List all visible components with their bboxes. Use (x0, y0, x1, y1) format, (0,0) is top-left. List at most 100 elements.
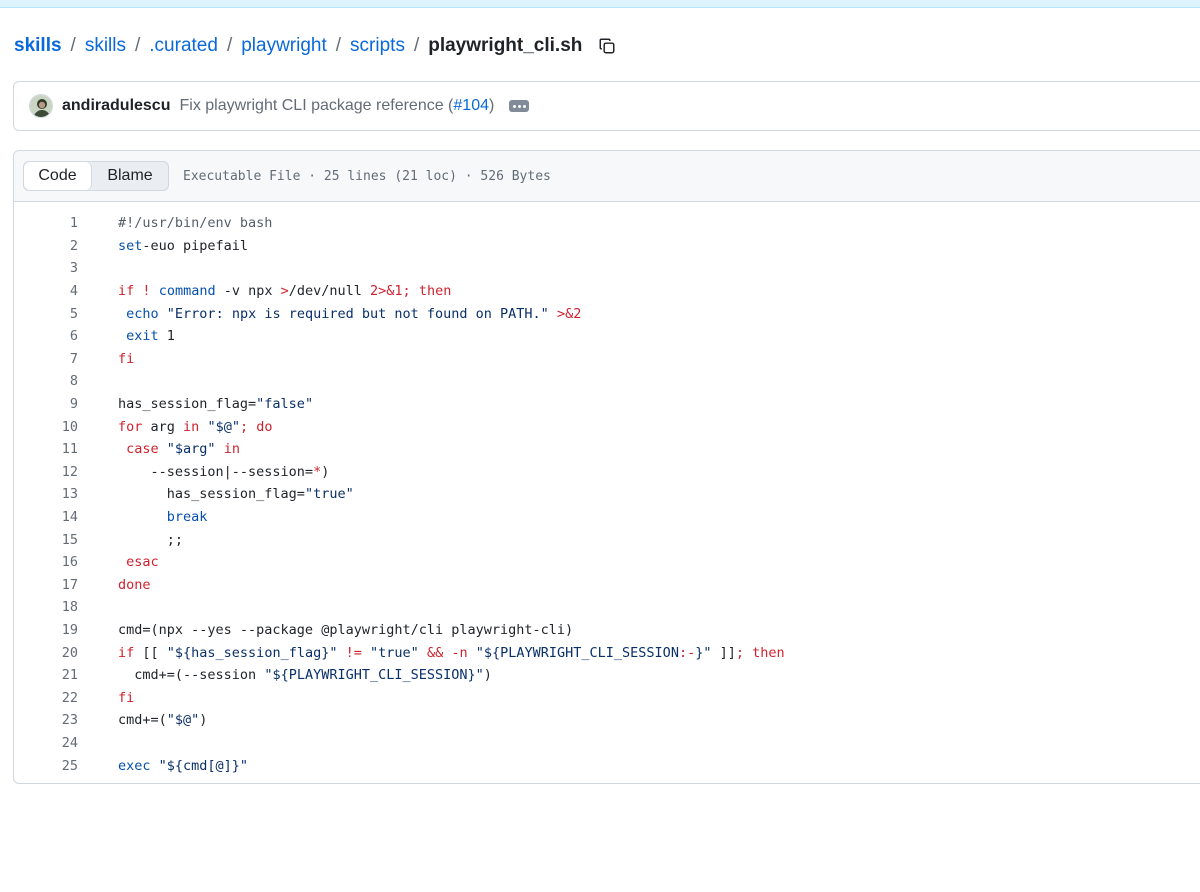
line-number[interactable]: 6 (14, 328, 78, 344)
line-content: fi (118, 350, 135, 367)
tab-code[interactable]: Code (24, 162, 92, 190)
file-header: Code Blame Executable File · 25 lines (2… (14, 151, 1200, 202)
line-content: break (166, 509, 208, 526)
line-number[interactable]: 18 (14, 599, 78, 615)
line-content: if ! command -v npx >/dev/null 2>&1; the… (118, 283, 452, 300)
breadcrumb-item-playwright[interactable]: playwright (241, 35, 327, 57)
breadcrumb-item-curated[interactable]: .curated (149, 35, 218, 57)
tab-blame[interactable]: Blame (92, 162, 168, 190)
line-number[interactable]: 13 (14, 486, 78, 502)
code-line: 9 has_session_flag="false" (14, 393, 1200, 416)
code-line: 25 exec "${cmd[@]}" (14, 754, 1200, 777)
line-number[interactable]: 7 (14, 351, 78, 367)
code-line: 17 done (14, 574, 1200, 597)
line-number[interactable]: 25 (14, 758, 78, 774)
breadcrumb-separator: / (413, 35, 420, 56)
code-line: 8 (14, 370, 1200, 393)
code-line: 22 fi (14, 686, 1200, 709)
line-number[interactable]: 4 (14, 283, 78, 299)
file-info: Executable File · 25 lines (21 loc) · 52… (183, 168, 551, 184)
line-content: ;; (118, 531, 184, 548)
top-banner-strip (0, 0, 1200, 8)
file-viewer: Code Blame Executable File · 25 lines (2… (13, 150, 1200, 784)
code-line: 2 set-euo pipefail (14, 235, 1200, 258)
code-line: 21 cmd+=(--session "${PLAYWRIGHT_CLI_SES… (14, 664, 1200, 687)
line-number[interactable]: 23 (14, 712, 78, 728)
code-line: 6 exit 1 (14, 325, 1200, 348)
breadcrumb-separator: / (135, 35, 141, 56)
breadcrumb-separator: / (226, 35, 233, 56)
line-content: set-euo pipefail (118, 237, 249, 254)
code-listing: 1 #!/usr/bin/env bash 2 set-euo pipefail 3 4 i… (14, 202, 1200, 777)
line-number[interactable]: 22 (14, 690, 78, 706)
code-line: 7 fi (14, 348, 1200, 371)
line-number[interactable]: 2 (14, 238, 78, 254)
code-line: 24 (14, 732, 1200, 755)
line-content: for arg in "$@"; do (118, 418, 273, 435)
breadcrumb-separator: / (70, 35, 76, 56)
code-line: 12 --session|--session=*) (14, 461, 1200, 484)
line-number[interactable]: 1 (14, 215, 78, 231)
line-number[interactable]: 19 (14, 622, 78, 638)
line-content: cmd=(npx --yes --package @playwright/cli… (118, 621, 574, 638)
code-line: 5 echo "Error: npx is required but not f… (14, 302, 1200, 325)
code-line: 4 if ! command -v npx >/dev/null 2>&1; th… (14, 280, 1200, 303)
expand-commit-message-button[interactable] (509, 100, 530, 112)
code-line: 19 cmd=(npx --yes --package @playwright/c… (14, 619, 1200, 642)
code-line: 14 break (14, 506, 1200, 529)
line-number[interactable]: 8 (14, 373, 78, 389)
line-number[interactable]: 21 (14, 667, 78, 683)
line-content: has_session_flag="false" (118, 396, 314, 413)
copy-path-icon[interactable] (596, 35, 618, 57)
commit-message-suffix: ) (488, 97, 495, 114)
code-line: 20 if [[ "${has_session_flag}" != "true" … (14, 641, 1200, 664)
line-content: case "$arg" in (126, 441, 240, 458)
commit-message-text: Fix playwright CLI package reference ( (179, 97, 454, 114)
code-line: 1 #!/usr/bin/env bash (14, 212, 1200, 235)
code-line: 3 (14, 257, 1200, 280)
code-line: 23 cmd+=("$@") (14, 709, 1200, 732)
line-content: exit 1 (126, 328, 175, 345)
line-content: esac (126, 554, 159, 571)
line-number[interactable]: 16 (14, 554, 78, 570)
breadcrumb-separator: / (335, 35, 342, 56)
avatar[interactable] (29, 94, 53, 118)
line-content: if [[ "${has_session_flag}" != "true" &&… (118, 644, 785, 661)
line-number[interactable]: 11 (14, 441, 78, 457)
line-number[interactable]: 5 (14, 306, 78, 322)
line-content: fi (118, 689, 135, 706)
line-content: exec "${cmd[@]}" (118, 757, 249, 774)
code-line: 15 ;; (14, 528, 1200, 551)
breadcrumb-item-skills[interactable]: skills (85, 35, 126, 57)
line-number[interactable]: 14 (14, 509, 78, 525)
code-line: 16 esac (14, 551, 1200, 574)
line-number[interactable]: 9 (14, 396, 78, 412)
view-toggle: Code Blame (23, 161, 169, 191)
line-content: --session|--session=*) (118, 463, 330, 480)
breadcrumb-item-scripts[interactable]: scripts (350, 35, 405, 57)
line-number[interactable]: 20 (14, 645, 78, 661)
line-content: #!/usr/bin/env bash (118, 215, 273, 232)
commit-pr-link[interactable]: #104 (453, 97, 489, 114)
line-content: done (118, 576, 151, 593)
code-line: 18 (14, 596, 1200, 619)
line-content: cmd+=(--session "${PLAYWRIGHT_CLI_SESSIO… (118, 667, 492, 684)
commit-author[interactable]: andiradulescu (62, 97, 170, 115)
line-content: cmd+=("$@") (118, 712, 208, 729)
code-line: 11 case "$arg" in (14, 438, 1200, 461)
line-number[interactable]: 15 (14, 532, 78, 548)
breadcrumb-current-file: playwright_cli.sh (428, 35, 583, 56)
code-line: 13 has_session_flag="true" (14, 483, 1200, 506)
breadcrumb-item-repo[interactable]: skills (14, 35, 62, 57)
line-number[interactable]: 12 (14, 464, 78, 480)
line-number[interactable]: 17 (14, 577, 78, 593)
line-content: has_session_flag="true" (118, 486, 354, 503)
latest-commit-bar: andiradulescu Fix playwright CLI package… (13, 81, 1200, 131)
commit-message[interactable]: Fix playwright CLI package reference (#1… (179, 97, 494, 115)
line-content: echo "Error: npx is required but not fou… (126, 305, 582, 322)
code-line: 10 for arg in "$@"; do (14, 415, 1200, 438)
line-number[interactable]: 3 (14, 260, 78, 276)
breadcrumb: skills / skills / .curated / playwright … (14, 32, 618, 60)
line-number[interactable]: 24 (14, 735, 78, 751)
line-number[interactable]: 10 (14, 419, 78, 435)
